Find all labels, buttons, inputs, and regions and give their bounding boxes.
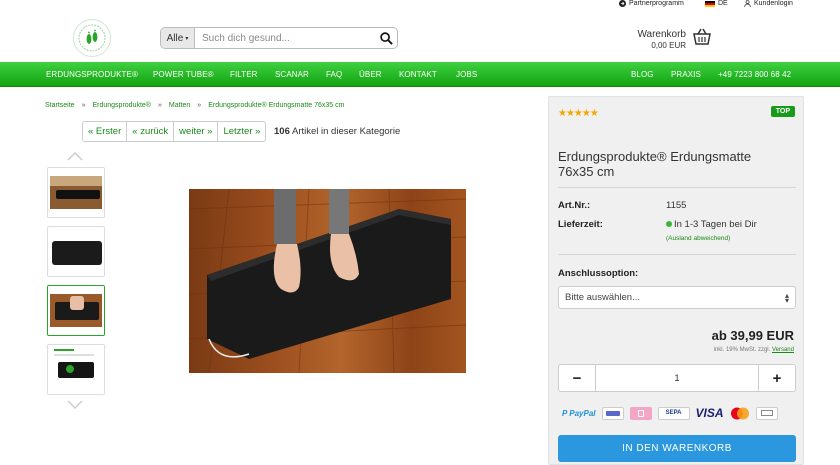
- thumbnail-1[interactable]: [47, 167, 105, 218]
- breadcrumb-separator: »: [197, 102, 202, 109]
- arrow-circle-icon: [619, 0, 626, 7]
- breadcrumb-category[interactable]: Erdungsprodukte®: [92, 102, 150, 109]
- site-logo[interactable]: [73, 19, 111, 57]
- breadcrumb-separator: »: [157, 102, 162, 109]
- user-icon: [744, 0, 751, 7]
- add-to-cart-button[interactable]: IN DEN WARENKORB: [558, 435, 796, 462]
- pager-next-button[interactable]: weiter »: [174, 122, 219, 141]
- vat-text: inkl. 19% MwSt. zzgl.: [713, 347, 771, 353]
- feet-logo-icon: [78, 24, 106, 52]
- availability-dot-icon: [666, 221, 672, 227]
- option-label: Anschlussoption:: [558, 268, 639, 279]
- thumbnail-2[interactable]: [47, 226, 105, 277]
- quantity-minus-button[interactable]: −: [559, 365, 596, 391]
- payment-methods: P PayPal SEPA VISA: [562, 406, 778, 420]
- nav-filter[interactable]: FILTER: [230, 70, 258, 79]
- breadcrumb-separator: »: [81, 102, 86, 109]
- breadcrumb-current[interactable]: Erdungsprodukte® Erdungsmatte 76x35 cm: [208, 102, 344, 109]
- connection-option-select[interactable]: Bitte auswählen... ▴ ▾: [558, 286, 796, 309]
- nav-praxis[interactable]: PRAXIS: [671, 70, 701, 79]
- nav-power-tube[interactable]: POWER TUBE®: [153, 70, 214, 79]
- product-price: ab 39,99 EUR: [711, 328, 794, 343]
- nav-blog[interactable]: BLOG: [631, 70, 654, 79]
- thumbnail-image: [50, 235, 102, 268]
- search-input[interactable]: [195, 28, 375, 48]
- grounding-mat-photo: [189, 189, 466, 373]
- thumbnail-3[interactable]: [47, 285, 105, 336]
- chevron-down-icon[interactable]: [66, 399, 84, 411]
- article-count-label: Artikel in dieser Kategorie: [291, 126, 401, 137]
- cart-summary[interactable]: Warenkorb 0,00 EUR: [636, 29, 686, 50]
- divider: [558, 187, 796, 188]
- product-main-image[interactable]: [189, 189, 466, 373]
- top-badge: TOP: [770, 106, 795, 117]
- nav-scanar[interactable]: SCANAR: [275, 70, 309, 79]
- art-nr-label: Art.Nr.:: [558, 200, 591, 211]
- quantity-plus-button[interactable]: +: [758, 365, 795, 391]
- language-label: DE: [718, 0, 728, 7]
- caret-down-icon: ▾: [185, 35, 189, 42]
- visa-logo: VISA: [695, 406, 724, 420]
- breadcrumb-home[interactable]: Startseite: [45, 102, 75, 109]
- pager-prev-button[interactable]: « zurück: [127, 122, 175, 141]
- connection-option-value: Bitte auswählen...: [565, 292, 640, 303]
- search-category-value: Alle: [166, 32, 184, 44]
- product-title: Erdungsprodukte® Erdungsmatte 76x35 cm: [558, 149, 752, 179]
- thumbnail-4[interactable]: [47, 344, 105, 395]
- pager-first-button[interactable]: « Erster: [83, 122, 128, 141]
- german-flag-icon: [705, 0, 715, 7]
- basket-icon[interactable]: [692, 28, 712, 46]
- delivery-value: In 1-3 Tagen bei Dir: [674, 219, 757, 230]
- art-nr-value: 1155: [666, 200, 687, 211]
- delivery-value-wrap: In 1-3 Tagen bei Dir: [666, 219, 757, 230]
- delivery-note: (Ausland abweichend): [666, 235, 731, 242]
- nav-erdungsprodukte[interactable]: ERDUNGSPRODUKTE®: [46, 70, 138, 79]
- invoice-icon: [755, 406, 778, 420]
- article-count: 106 Artikel in dieser Kategorie: [274, 126, 400, 137]
- rating-stars[interactable]: ★★★★★: [558, 108, 599, 119]
- search-icon: [379, 31, 393, 45]
- mastercard-icon: [730, 407, 749, 419]
- chevron-up-icon[interactable]: [66, 150, 84, 162]
- quantity-input[interactable]: 1: [596, 365, 758, 391]
- pager-last-button[interactable]: Letzter »: [218, 122, 265, 141]
- nav-ueber[interactable]: ÜBER: [359, 70, 382, 79]
- sofort-icon: [601, 406, 624, 420]
- product-pager: « Erster « zurück weiter » Letzter »: [82, 121, 267, 142]
- partner-label: Partnerprogramm: [629, 0, 684, 7]
- login-label: Kundenlogin: [754, 0, 793, 7]
- thumbnail-image: [50, 294, 102, 327]
- thumbnail-image: [52, 348, 100, 392]
- select-arrows-icon: ▴ ▾: [784, 291, 789, 305]
- quantity-stepper: − 1 +: [558, 364, 796, 392]
- article-count-number: 106: [274, 126, 290, 137]
- nav-faq[interactable]: FAQ: [326, 70, 342, 79]
- search-bar: Alle ▾: [160, 27, 398, 49]
- nav-jobs[interactable]: JOBS: [456, 70, 477, 79]
- language-switch[interactable]: DE: [705, 0, 728, 7]
- login-link[interactable]: Kundenlogin: [744, 0, 793, 7]
- cart-amount: 0,00 EUR: [651, 41, 686, 50]
- paypal-logo: P PayPal: [562, 408, 596, 418]
- nav-kontakt[interactable]: KONTAKT: [399, 70, 437, 79]
- breadcrumb: Startseite » Erdungsprodukte® » Matten » Erdun…: [45, 102, 344, 109]
- sepa-logo: SEPA: [657, 406, 690, 420]
- thumbnail-image: [50, 176, 102, 209]
- breadcrumb-subcategory[interactable]: Matten: [169, 102, 190, 109]
- delivery-label: Lieferzeit:: [558, 219, 603, 230]
- vat-note: inkl. 19% MwSt. zzgl. Versand: [714, 347, 794, 353]
- nav-phone[interactable]: +49 7223 800 68 42: [718, 70, 791, 79]
- cart-label: Warenkorb: [637, 29, 686, 40]
- main-navigation: ERDUNGSPRODUKTE® POWER TUBE® FILTER SCAN…: [0, 62, 840, 87]
- search-category-select[interactable]: Alle ▾: [161, 28, 195, 48]
- shipping-link[interactable]: Versand: [772, 347, 794, 353]
- top-bar: Partnerprogramm DE Kundenlogin: [0, 0, 840, 10]
- divider: [558, 254, 796, 255]
- buy-box: ★★★★★ TOP Erdungsprodukte® Erdungsmatte …: [548, 96, 804, 465]
- search-button[interactable]: [375, 28, 397, 48]
- klarna-icon: [629, 406, 652, 420]
- partner-link[interactable]: Partnerprogramm: [619, 0, 684, 7]
